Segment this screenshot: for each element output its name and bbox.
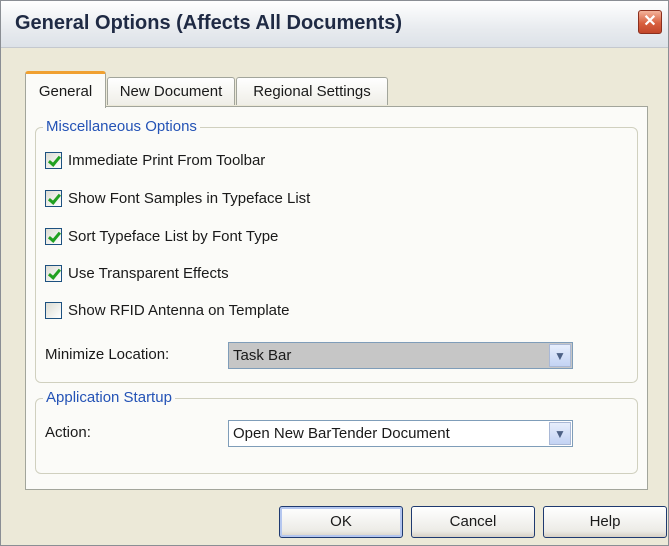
tab-panel-general: Miscellaneous Options Immediate Print Fr…	[25, 106, 648, 490]
action-select[interactable]: Open New BarTender Document ▼	[228, 420, 573, 447]
minimize-location-label: Minimize Location:	[45, 346, 170, 363]
help-button[interactable]: Help	[543, 506, 667, 538]
option-show-font-samples[interactable]: Show Font Samples in Typeface List	[45, 187, 310, 209]
application-startup-legend: Application Startup	[43, 388, 175, 408]
checkbox-checked[interactable]	[45, 189, 62, 207]
ok-button[interactable]: OK	[279, 506, 403, 538]
option-label: Sort Typeface List by Font Type	[68, 227, 279, 245]
option-transparent-effects[interactable]: Use Transparent Effects	[45, 262, 229, 284]
action-value: Open New BarTender Document	[233, 425, 450, 442]
application-startup-group: Application Startup Action: Open New Bar…	[35, 388, 638, 474]
option-immediate-print[interactable]: Immediate Print From Toolbar	[45, 149, 265, 171]
dialog-title: General Options (Affects All Documents)	[15, 12, 403, 34]
title-bar[interactable]: General Options (Affects All Documents) …	[1, 1, 668, 48]
close-icon: ✕	[643, 13, 657, 30]
misc-options-group: Miscellaneous Options Immediate Print Fr…	[35, 117, 638, 383]
misc-options-legend: Miscellaneous Options	[43, 117, 200, 137]
option-label: Show Font Samples in Typeface List	[68, 189, 311, 207]
minimize-location-value: Task Bar	[233, 347, 292, 364]
chevron-down-icon[interactable]: ▼	[549, 344, 571, 367]
action-label: Action:	[45, 424, 91, 441]
checkbox-checked[interactable]	[45, 264, 62, 282]
minimize-location-select[interactable]: Task Bar ▼	[228, 342, 573, 369]
option-rfid-antenna[interactable]: Show RFID Antenna on Template	[45, 299, 290, 321]
checkbox-unchecked[interactable]	[45, 301, 62, 319]
option-label: Show RFID Antenna on Template	[68, 301, 290, 319]
option-label: Use Transparent Effects	[68, 264, 229, 282]
checkbox-checked[interactable]	[45, 151, 62, 169]
option-label: Immediate Print From Toolbar	[68, 151, 266, 169]
chevron-down-icon[interactable]: ▼	[549, 422, 571, 445]
checkbox-checked[interactable]	[45, 227, 62, 245]
close-button[interactable]: ✕	[638, 10, 662, 34]
tab-new-document[interactable]: New Document	[107, 77, 235, 105]
tab-regional-settings[interactable]: Regional Settings	[236, 77, 388, 105]
tab-general[interactable]: General	[25, 71, 106, 108]
option-sort-typeface[interactable]: Sort Typeface List by Font Type	[45, 225, 278, 247]
cancel-button[interactable]: Cancel	[411, 506, 535, 538]
general-options-dialog: General Options (Affects All Documents) …	[0, 0, 669, 546]
